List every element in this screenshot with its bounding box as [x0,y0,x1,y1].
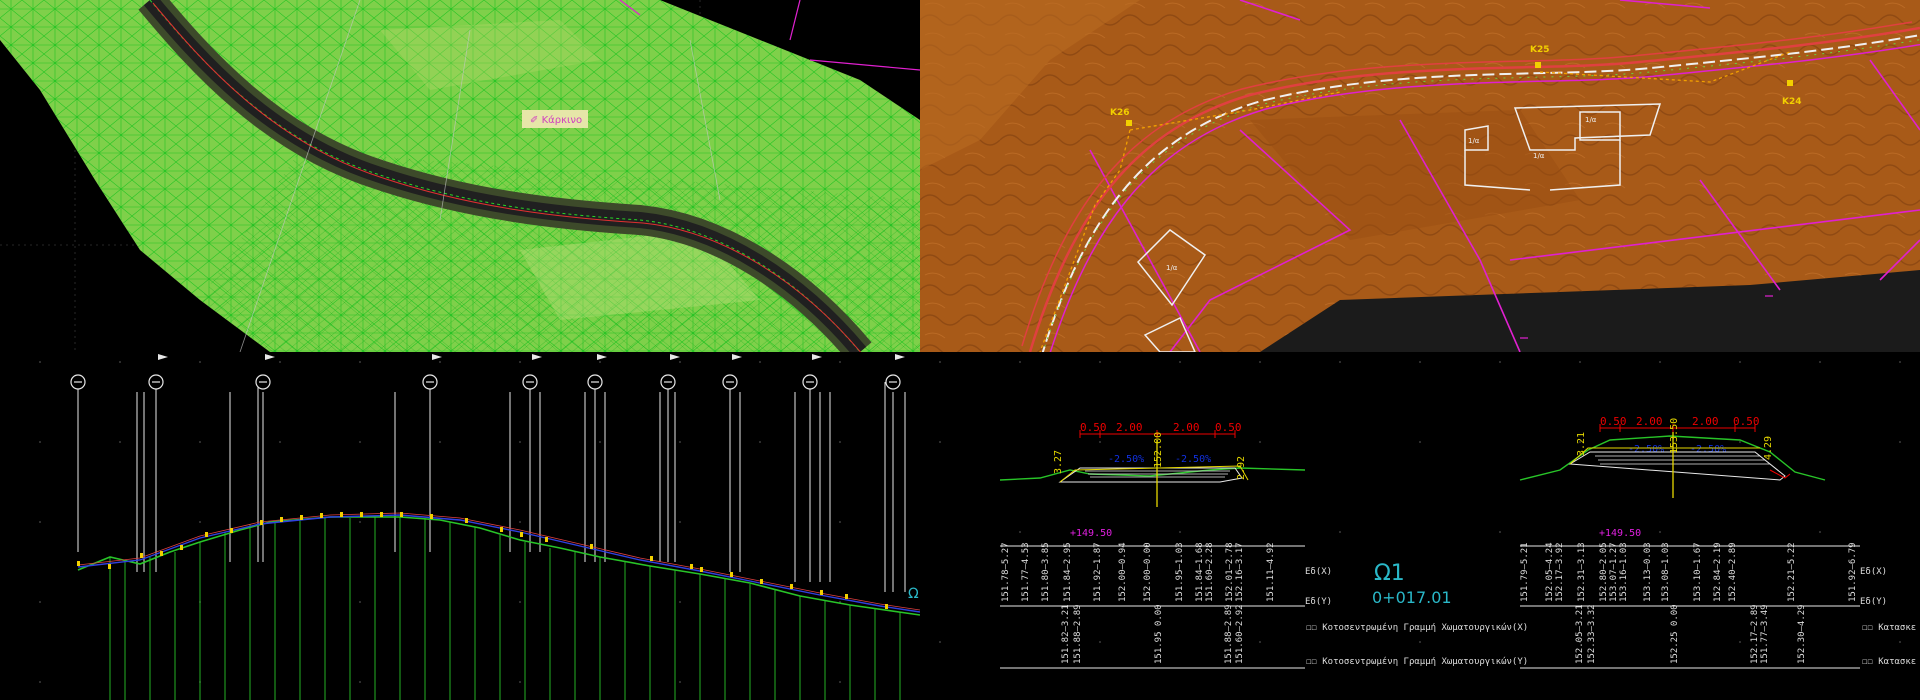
elev-row: 153.13—0.03 [1643,542,1653,602]
elev-row: 151.92—6.79 [1848,542,1858,602]
dim-label: 2.00 [1692,415,1719,428]
elev-row: 152.16—3.17 [1235,542,1245,602]
elev-row: 152.21—5.22 [1787,542,1797,602]
elev-row: 151.88—2.89 [1224,604,1234,664]
axis-label-y: Eδ(Y) [1305,597,1332,607]
station-end-label: Ω1 [908,586,920,602]
footer-row-cut: ☐☐ Κατασκε [1862,623,1916,633]
elev-row: 151.88—2.89 [1073,604,1083,664]
footer-row: ☐☐ Κοτοσεντρωμένη Γραμμή Χωματουργικών(X… [1306,622,1528,633]
elev-row: 151.95 0.00 [1154,604,1164,664]
center-elevation-label: 153.50 [1669,418,1680,454]
elev-row: 151.95—1.03 [1175,542,1185,602]
slope-label: -2.50% [1108,454,1144,465]
elev-row: 152.17—3.92 [1555,542,1565,602]
building-label: 1/α [1585,116,1597,124]
dim-label: 0.50 [1733,415,1760,428]
dim-label: 2.00 [1116,421,1143,434]
elev-row: 153.10—1.67 [1693,542,1703,602]
elev-row: 151.82—3.21 [1061,604,1071,664]
terrain-3d-view[interactable]: ✐ Κάρκινο [0,0,920,352]
elev-row: 151.78—5.27 [1001,542,1011,602]
cross-section-canvas[interactable]: 0.50 2.00 2.00 0.50 -2.50% -2.50% 3.27 2… [920,352,1920,700]
center-elevation-label: 152.00 [1153,432,1164,468]
elev-row: 151.92—1.87 [1093,542,1103,602]
elev-row: 151.11—4.92 [1266,542,1276,602]
pencil-icon: ✐ [530,115,538,126]
elev-row: 151.60—2.28 [1205,542,1215,602]
elev-row: 152.40—2.89 [1728,542,1738,602]
slope-label: -2.50% [1175,454,1211,465]
longitudinal-section-view[interactable]: Ω1 [0,352,920,700]
offset-tick-label: +149.50 [1070,528,1112,539]
elev-row: 152.25 0.00 [1670,604,1680,664]
axis-label-x: Eδ(X) [1860,567,1887,577]
dim-label: 2.00 [1173,421,1200,434]
building-label: 1/α [1166,264,1178,272]
elev-row: 152.05—4.24 [1545,542,1555,602]
elev-row: 153.16—1.03 [1619,542,1629,602]
station-name: Ω1 [1374,561,1405,586]
terrain-label: Κάρκινο [542,114,582,126]
elev-row: 151.84—1.68 [1195,542,1205,602]
axis-label-x: Eδ(X) [1305,567,1332,577]
elev-row: 152.33—3.32 [1587,604,1597,664]
slope-label: -2.50% [1628,444,1664,455]
cad-workspace: ✐ Κάρκινο K25 K26 K24 1/α 1/α 1/α 1/α Ω … [0,0,1920,700]
dim-label: 0.50 [1080,421,1107,434]
elev-row: 152.00—0.94 [1118,542,1128,602]
elev-row: 151.77—4.53 [1021,542,1031,602]
dim-label: 0.50 [1215,421,1242,434]
cross-section-view[interactable]: 0.50 2.00 2.00 0.50 -2.50% -2.50% 3.27 2… [920,352,1920,700]
elev-row: 151.60—2.92 [1235,604,1245,664]
elev-row: 151.77—3.49 [1760,604,1770,664]
elev-row: 151.79—5.21 [1520,542,1530,602]
elev-row: 152.05—3.21 [1575,604,1585,664]
elev-row: 152.00—0.00 [1143,542,1153,602]
elev-row: 153.08—1.03 [1661,542,1671,602]
node-label-k24: K24 [1782,97,1802,107]
height-label: 3.21 [1576,432,1587,456]
svg-text:✐ Κάρκινο: ✐ Κάρκινο [530,114,582,126]
plan-view[interactable]: K25 K26 K24 1/α 1/α 1/α 1/α [920,0,1920,352]
elev-row: 152.80—2.05 [1599,542,1609,602]
elev-row: 151.80—3.85 [1041,542,1051,602]
elev-row: 152.31—3.13 [1577,542,1587,602]
height-label: 2.92 [1236,456,1247,480]
terrain-3d-canvas[interactable]: ✐ Κάρκινο [0,0,920,352]
dim-label: 0.50 [1600,415,1627,428]
footer-row: ☐☐ Κοτοσεντρωμένη Γραμμή Χωματουργικών(Y… [1306,656,1528,667]
height-label: 3.27 [1053,450,1064,474]
node-label-k25: K25 [1530,45,1550,55]
station-chainage: 0+017.01 [1372,588,1452,607]
building-label: 1/α [1533,152,1545,160]
elev-row: 151.84—2.95 [1063,542,1073,602]
footer-row-cut: ☐☐ Κατασκε [1862,657,1916,667]
elev-row: 152.30—4.29 [1797,604,1807,664]
axis-label-y: Eδ(Y) [1860,597,1887,607]
plan-view-canvas[interactable]: K25 K26 K24 1/α 1/α 1/α 1/α [920,0,1920,352]
elev-row: 152.84—2.19 [1713,542,1723,602]
node-label-k26: K26 [1110,108,1130,118]
longitudinal-section-canvas[interactable]: Ω1 [0,352,920,700]
offset-tick-label: +149.50 [1599,528,1641,539]
elev-row: 152.01—2.78 [1225,542,1235,602]
building-label: 1/α [1468,137,1480,145]
height-label: 4.29 [1763,436,1774,460]
slope-label: -2.50% [1690,444,1726,455]
dim-label: 2.00 [1636,415,1663,428]
elev-row: 152.17—2.89 [1750,604,1760,664]
elev-row: 153.07—1.27 [1609,542,1619,602]
